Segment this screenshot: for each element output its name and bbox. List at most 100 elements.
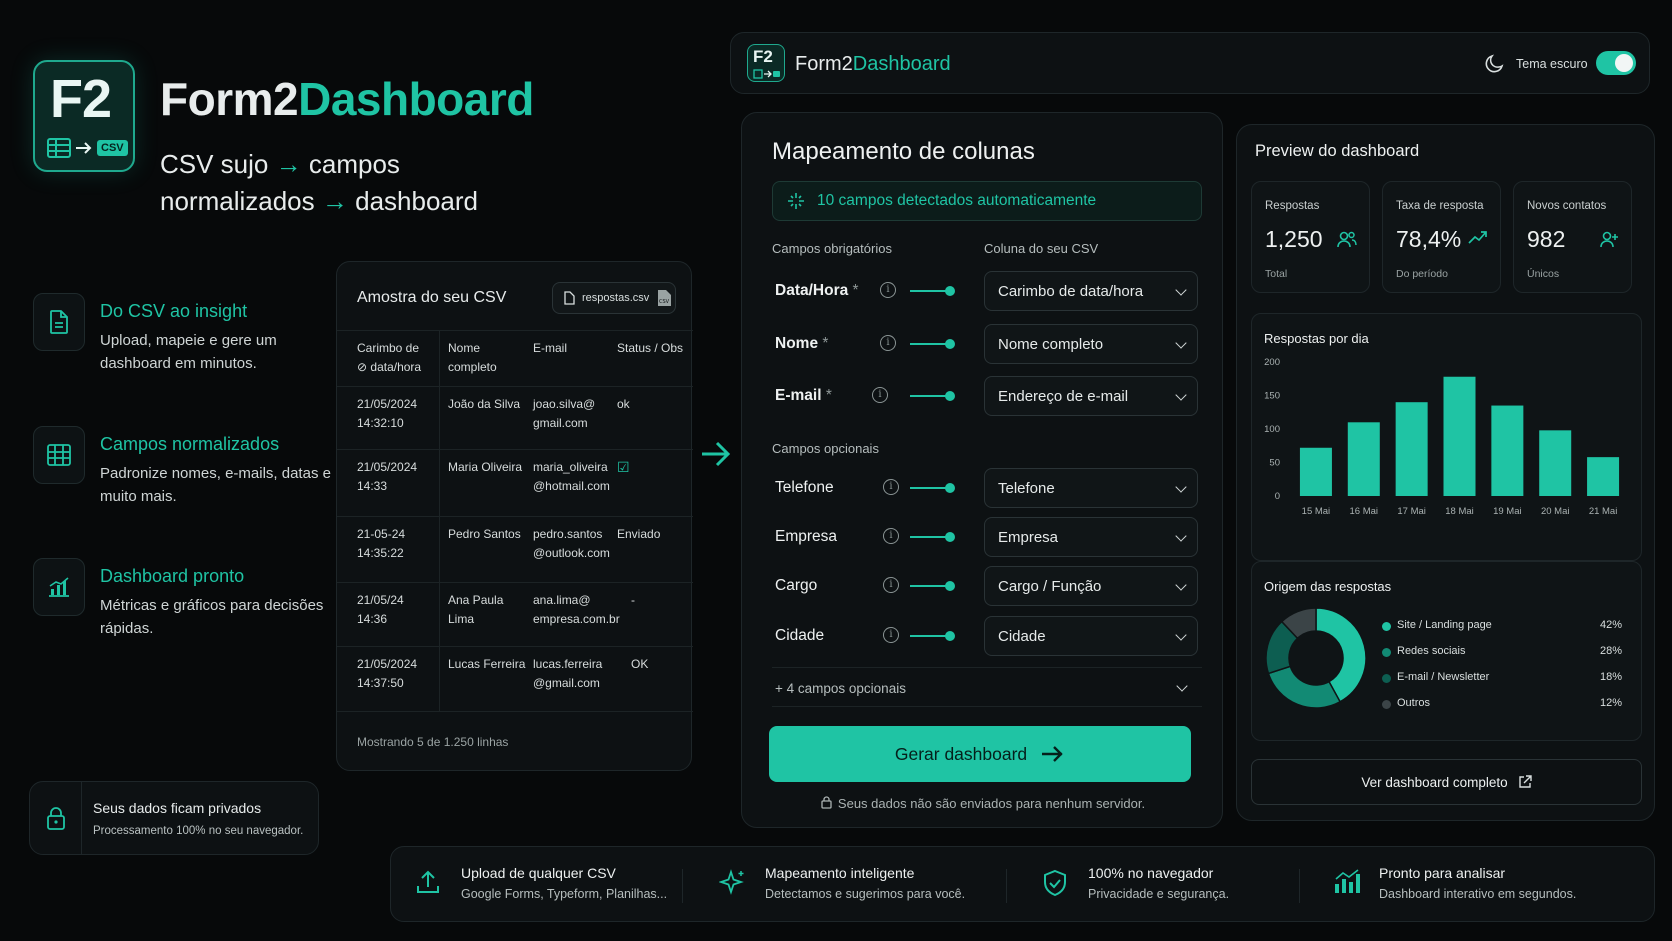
kpi-value: 78,4%: [1396, 226, 1462, 252]
info-icon[interactable]: i: [872, 387, 888, 403]
info-icon[interactable]: i: [880, 282, 896, 298]
legend-label: Outros: [1397, 697, 1431, 709]
csv-file-icon: CSV: [658, 290, 672, 306]
csv-sample-card: Amostra do seu CSV respostas.csv CSV Car…: [336, 261, 693, 771]
sparkle-icon: [719, 869, 744, 895]
privacy-note: Seus dados não são enviados para nenhum …: [742, 796, 1224, 811]
x-tick-label: 19 Mai: [1493, 506, 1522, 517]
strip-title: Pronto para analisar: [1379, 865, 1506, 881]
column-select[interactable]: Telefone: [984, 468, 1198, 508]
column-divider: [439, 647, 440, 711]
feature-title: Do CSV ao insight: [100, 301, 248, 321]
legend-dot: [1382, 622, 1391, 631]
legend-label: Redes sociais: [1397, 645, 1466, 657]
donut-slice[interactable]: [1267, 665, 1342, 709]
bar-chart-card: Respostas por dia 0 50 100 150 200 15 Mai 16 M…: [1251, 313, 1642, 561]
arrow-right-icon: [76, 142, 92, 154]
cell-date: 21/05/2024 14:33: [357, 460, 418, 493]
field-label: Cargo: [775, 577, 818, 594]
more-fields-toggle[interactable]: + 4 campos opcionais: [772, 667, 1202, 707]
tagline-1a: CSV sujo: [160, 149, 269, 179]
cell-status: -: [631, 593, 635, 607]
external-link-icon: [1518, 775, 1532, 788]
info-icon[interactable]: i: [883, 479, 899, 495]
bar[interactable]: [1443, 376, 1476, 496]
kpi-card-taxa: Taxa de resposta 78,4% Do período: [1382, 181, 1501, 293]
view-full-dashboard-link[interactable]: Ver dashboard completo: [1251, 759, 1642, 805]
info-icon[interactable]: i: [883, 577, 899, 593]
pie-chart-title: Origem das respostas: [1264, 579, 1392, 594]
legend-value: 12%: [1599, 697, 1622, 709]
bar[interactable]: [1587, 457, 1620, 496]
column-select[interactable]: Carimbo de data/hora: [984, 271, 1198, 311]
field-label: Empresa: [775, 528, 838, 545]
privacy-card: Seus dados ficam privados Processamento …: [29, 781, 319, 855]
generate-dashboard-button[interactable]: Gerar dashboard: [769, 726, 1191, 782]
header-name-a: Form2: [795, 53, 853, 75]
kpi-label: Novos contatos: [1527, 200, 1607, 212]
field-label: Data/Hora *: [775, 282, 859, 299]
mapping-row-telefone: Telefone i Telefone: [772, 468, 1202, 508]
legend-item: Site / Landing page 42%: [1382, 619, 1622, 635]
column-select[interactable]: Nome completo: [984, 324, 1198, 364]
preview-title: Preview do dashboard: [1255, 142, 1420, 160]
csv-table: Carimbo de ⊘ data/hora Nome completo E-m…: [337, 330, 693, 712]
bar[interactable]: [1395, 402, 1428, 496]
privacy-note-text: Seus dados não são enviados para nenhum …: [837, 796, 1146, 811]
chevron-down-icon: [1175, 629, 1187, 641]
table-row: 21/05/2024 14:33 Maria Oliveira maria_ol…: [337, 449, 693, 516]
table-row: 21/05/2024 14:37:50 Lucas Ferreira lucas…: [337, 646, 693, 712]
detected-text: 10 campos detectados automaticamente: [817, 192, 1097, 209]
table-row: 21-05-24 14:35:22 Pedro Santos pedro.san…: [337, 516, 693, 582]
bar-chart-icon: [1335, 869, 1360, 893]
feature-normalized: Campos normalizados Padronize nomes, e-m…: [33, 426, 333, 516]
feature-csv-insight: Do CSV ao insight Upload, mapeie e gere …: [33, 293, 333, 383]
column-divider: [439, 583, 440, 646]
cell-email: maria_oliveira @hotmail.com: [533, 460, 610, 493]
bar[interactable]: [1539, 430, 1572, 496]
connector: [910, 581, 955, 591]
csv-column-label: Coluna do seu CSV: [984, 241, 1099, 256]
info-icon[interactable]: i: [883, 528, 899, 544]
table-header: Carimbo de ⊘ data/hora Nome completo E-m…: [337, 330, 693, 386]
header-logo: F2: [747, 44, 785, 82]
column-select[interactable]: Cidade: [984, 616, 1198, 656]
feature-desc: Upload, mapeie e gere um dashboard em mi…: [100, 332, 277, 372]
bar[interactable]: [1347, 422, 1380, 496]
table-row: 21/05/2024 14:32:10 João da Silva joao.s…: [337, 386, 693, 449]
logo-csv-tag: CSV: [97, 140, 128, 156]
x-tick-label: 20 Mai: [1541, 506, 1570, 517]
info-icon[interactable]: i: [883, 627, 899, 643]
cell-email: joao.silva@ gmail.com: [533, 397, 596, 430]
kpi-card-respostas: Respostas 1,250 Total: [1251, 181, 1370, 293]
shield-icon: [1044, 869, 1066, 897]
file-chip[interactable]: respostas.csv CSV: [552, 282, 676, 314]
mapping-row-datahora: Data/Hora * i Carimbo de data/hora: [772, 271, 1202, 311]
field-label: E-mail *: [775, 387, 832, 404]
bar[interactable]: [1299, 447, 1332, 496]
column-select[interactable]: Endereço de e-mail: [984, 376, 1198, 416]
column-header: Status / Obs: [617, 341, 684, 355]
column-select[interactable]: Empresa: [984, 517, 1198, 557]
cell-name: João da Silva: [448, 397, 521, 411]
info-icon[interactable]: i: [880, 335, 896, 351]
cell-status: OK: [631, 657, 649, 671]
legend-item: Redes sociais 28%: [1382, 645, 1622, 661]
legend-value: 28%: [1599, 645, 1622, 657]
theme-toggle[interactable]: [1596, 51, 1636, 75]
feature-title: Dashboard pronto: [100, 566, 245, 586]
y-tick-label: 200: [1264, 357, 1280, 368]
chevron-down-icon: [1175, 481, 1187, 493]
cell-date: 21-05-24 14:35:22: [357, 527, 406, 560]
connector: [910, 532, 955, 542]
donut-chart: [1265, 607, 1367, 709]
required-label: Campos obrigatórios: [772, 241, 892, 256]
bar[interactable]: [1491, 405, 1524, 496]
features-strip: Upload de qualquer CSV Google Forms, Typ…: [390, 846, 1655, 922]
feature-desc: Padronize nomes, e-mails, datas e muito …: [100, 465, 331, 505]
x-tick-label: 15 Mai: [1302, 506, 1331, 517]
kpi-sub: Únicos: [1527, 268, 1560, 280]
column-select[interactable]: Cargo / Função: [984, 566, 1198, 606]
feature-title: Campos normalizados: [100, 434, 280, 454]
mapping-row-nome: Nome * i Nome completo: [772, 324, 1202, 364]
